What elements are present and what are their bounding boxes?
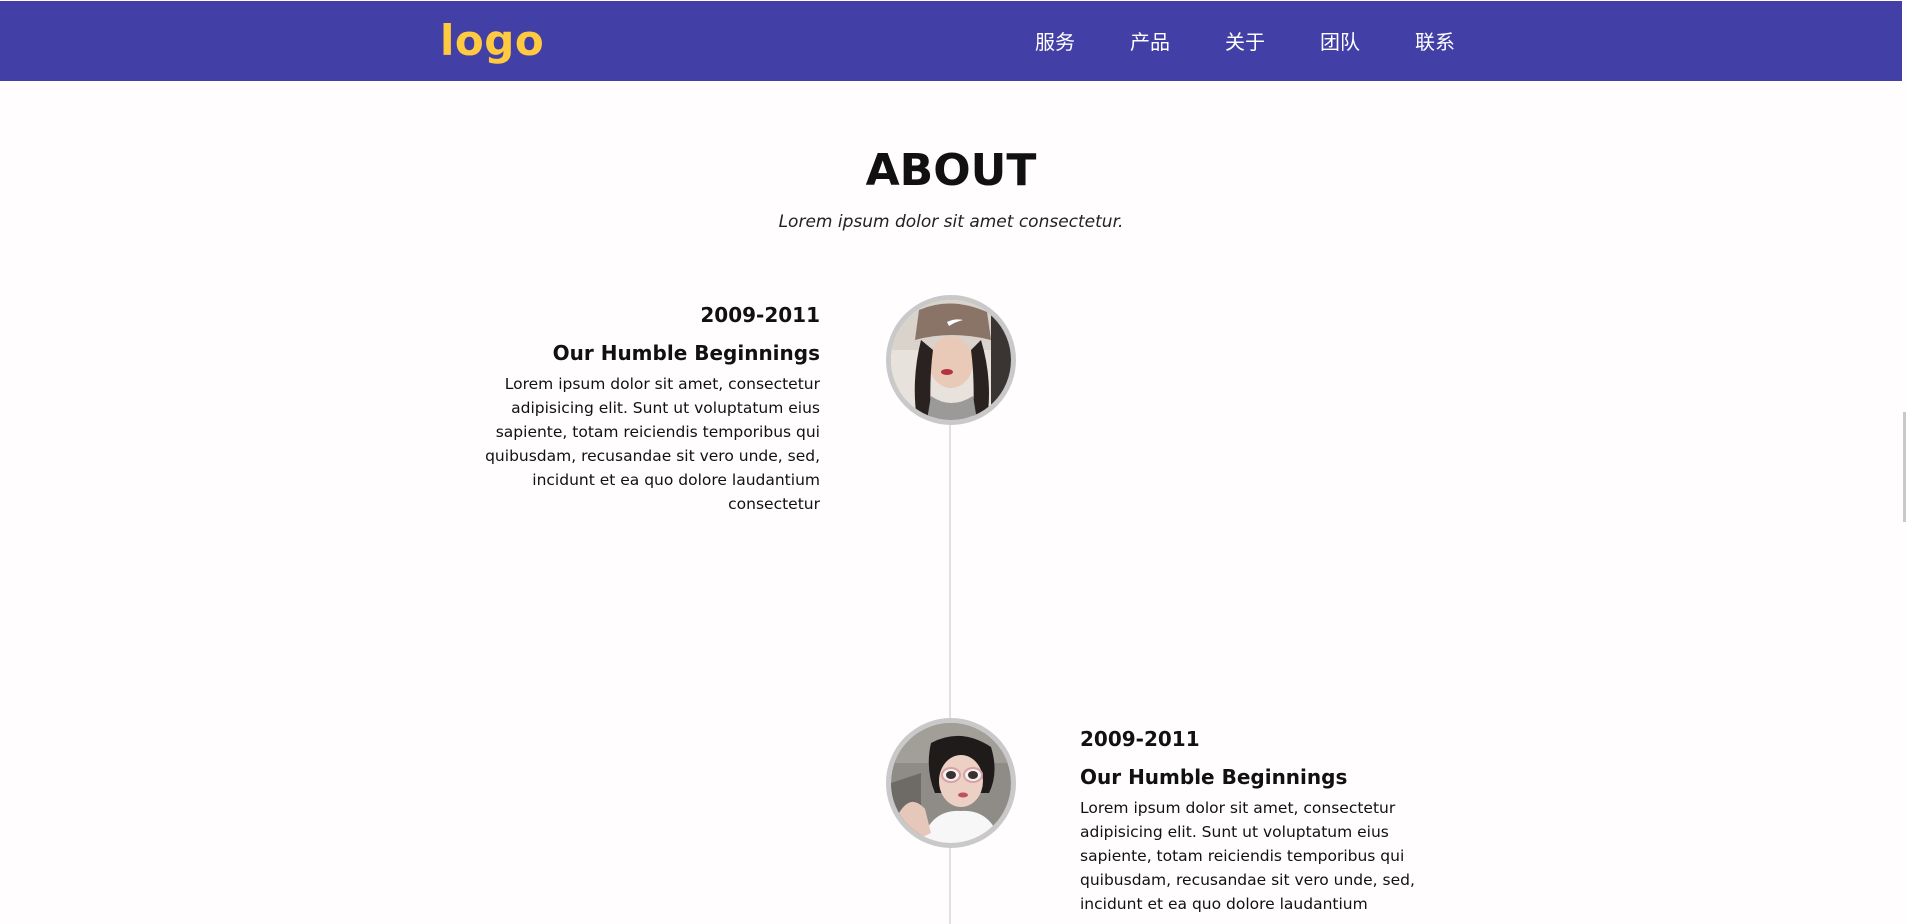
page: logo 服务 产品 关于 团队 联系 ABOUT Lorem ipsum do…: [0, 0, 1906, 924]
timeline-date: 2009-2011: [1080, 727, 1200, 751]
nav-link-about[interactable]: 关于: [1225, 25, 1320, 59]
nav-link-products[interactable]: 产品: [1130, 25, 1225, 59]
navbar: logo 服务 产品 关于 团队 联系: [0, 1, 1902, 81]
portrait-photo-sunglasses-icon: [891, 723, 1011, 843]
timeline-body: Lorem ipsum dolor sit amet, consectetur …: [485, 375, 820, 513]
timeline-line: [949, 420, 951, 924]
section-subtitle: Lorem ipsum dolor sit amet consectetur.: [778, 212, 1124, 232]
timeline-heading: Our Humble Beginnings: [552, 341, 820, 365]
nav-link-team[interactable]: 团队: [1320, 25, 1415, 59]
timeline-avatar-2: [886, 718, 1016, 848]
nav-link-services[interactable]: 服务: [1035, 25, 1130, 59]
portrait-photo-cap-icon: [891, 300, 1011, 420]
section-title: ABOUT: [865, 145, 1037, 196]
timeline-date: 2009-2011: [700, 303, 820, 327]
timeline-entry-2: 2009-2011 Our Humble Beginnings Lorem ip…: [1080, 722, 1420, 916]
timeline-body: Lorem ipsum dolor sit amet, consectetur …: [1080, 799, 1415, 913]
timeline-heading: Our Humble Beginnings: [1080, 765, 1348, 789]
nav-link-contact[interactable]: 联系: [1415, 25, 1510, 59]
logo[interactable]: logo: [440, 13, 544, 69]
timeline-entry-1: 2009-2011 Our Humble Beginnings Lorem ip…: [480, 298, 820, 516]
nav-links: 服务 产品 关于 团队 联系: [1035, 25, 1510, 59]
timeline-avatar-1: [886, 295, 1016, 425]
